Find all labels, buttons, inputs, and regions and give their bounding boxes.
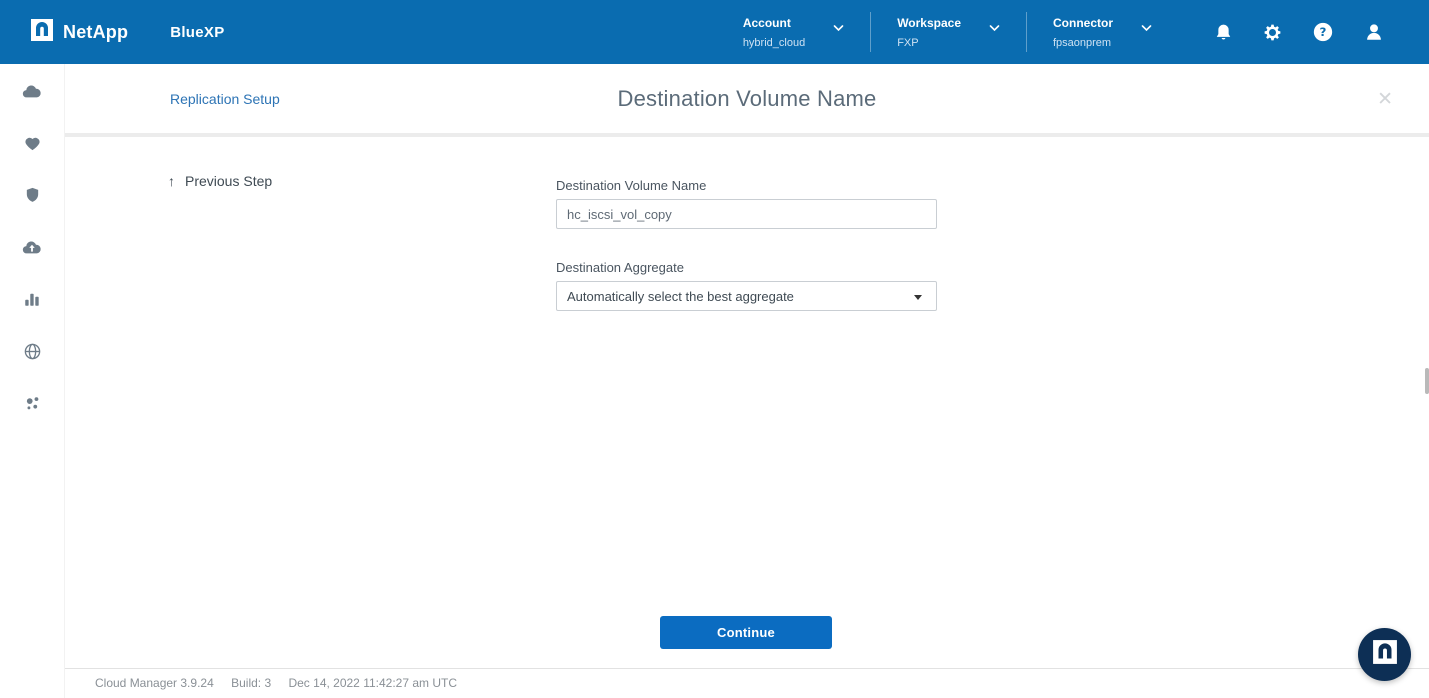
brand: NetApp bbox=[30, 18, 128, 47]
topbar-icon-cluster: ? bbox=[1214, 21, 1385, 43]
previous-step-link[interactable]: ↑ Previous Step bbox=[168, 173, 272, 189]
wizard-header: Replication Setup Destination Volume Nam… bbox=[65, 64, 1429, 133]
svg-text:?: ? bbox=[1320, 25, 1327, 39]
protection-icon bbox=[24, 185, 41, 210]
health-icon bbox=[23, 134, 42, 157]
footer-app-version: Cloud Manager 3.9.24 bbox=[95, 676, 214, 690]
caret-down-icon bbox=[914, 295, 922, 300]
workspace-selector[interactable]: Workspace FXP bbox=[871, 16, 1026, 49]
header-divider bbox=[65, 133, 1429, 137]
destination-aggregate-selected-value: Automatically select the best aggregate bbox=[567, 289, 794, 304]
footer-divider bbox=[65, 668, 1429, 669]
sidebar-item-storage[interactable] bbox=[20, 82, 44, 105]
account-label: Account bbox=[743, 16, 805, 30]
topbar-right: Account hybrid_cloud Workspace FXP bbox=[717, 0, 1429, 64]
connector-selector[interactable]: Connector fpsaonprem bbox=[1027, 16, 1178, 49]
account-value: hybrid_cloud bbox=[743, 37, 805, 49]
sidebar-item-governance[interactable] bbox=[20, 342, 44, 365]
account-selector[interactable]: Account hybrid_cloud bbox=[717, 16, 870, 49]
bell-icon[interactable] bbox=[1214, 22, 1233, 43]
mobility-icon bbox=[21, 238, 43, 261]
brand-name: NetApp bbox=[63, 22, 128, 43]
app-window: NetApp BlueXP Account hybrid_cloud Works… bbox=[0, 0, 1429, 698]
sidebar-item-health[interactable] bbox=[20, 134, 44, 157]
sidebar-item-analytics[interactable] bbox=[20, 290, 44, 313]
footer-build: Build: 3 bbox=[231, 676, 271, 690]
help-icon[interactable]: ? bbox=[1312, 21, 1334, 43]
analytics-icon bbox=[23, 290, 41, 313]
destination-aggregate-label: Destination Aggregate bbox=[556, 260, 684, 275]
netapp-logo bbox=[30, 18, 54, 47]
governance-icon bbox=[23, 342, 42, 366]
destination-volume-name-label: Destination Volume Name bbox=[556, 178, 706, 193]
storage-icon bbox=[21, 82, 43, 105]
footer-version-info: Cloud Manager 3.9.24 Build: 3 Dec 14, 20… bbox=[95, 676, 471, 690]
product-name: BlueXP bbox=[170, 24, 224, 41]
page-title: Destination Volume Name bbox=[65, 86, 1429, 112]
footer-date: Dec 14, 2022 11:42:27 am UTC bbox=[288, 676, 457, 690]
connector-value: fpsaonprem bbox=[1053, 37, 1113, 49]
sidebar-item-extend[interactable] bbox=[20, 394, 44, 417]
destination-aggregate-select[interactable]: Automatically select the best aggregate bbox=[556, 281, 937, 311]
scrollbar-thumb[interactable] bbox=[1425, 368, 1429, 394]
chevron-down-icon bbox=[1141, 19, 1152, 37]
previous-step-label: Previous Step bbox=[185, 173, 272, 189]
workspace-value: FXP bbox=[897, 37, 961, 49]
close-icon[interactable]: ✕ bbox=[1377, 88, 1393, 111]
sidebar-item-protection[interactable] bbox=[20, 186, 44, 209]
chat-netapp-logo bbox=[1372, 639, 1398, 670]
user-icon[interactable] bbox=[1363, 21, 1385, 43]
gear-icon[interactable] bbox=[1262, 22, 1283, 43]
continue-button[interactable]: Continue bbox=[660, 616, 832, 649]
main-content: Replication Setup Destination Volume Nam… bbox=[65, 64, 1429, 698]
workspace-label: Workspace bbox=[897, 16, 961, 30]
chevron-down-icon bbox=[989, 19, 1000, 37]
extend-icon bbox=[23, 394, 42, 418]
chat-button[interactable] bbox=[1358, 628, 1411, 681]
top-navigation-bar: NetApp BlueXP Account hybrid_cloud Works… bbox=[0, 0, 1429, 64]
connector-label: Connector bbox=[1053, 16, 1113, 30]
sidebar-item-mobility[interactable] bbox=[20, 238, 44, 261]
chevron-down-icon bbox=[833, 19, 844, 37]
left-sidebar-nav bbox=[0, 64, 65, 698]
arrow-up-icon: ↑ bbox=[168, 173, 175, 189]
destination-volume-name-input[interactable] bbox=[556, 199, 937, 229]
